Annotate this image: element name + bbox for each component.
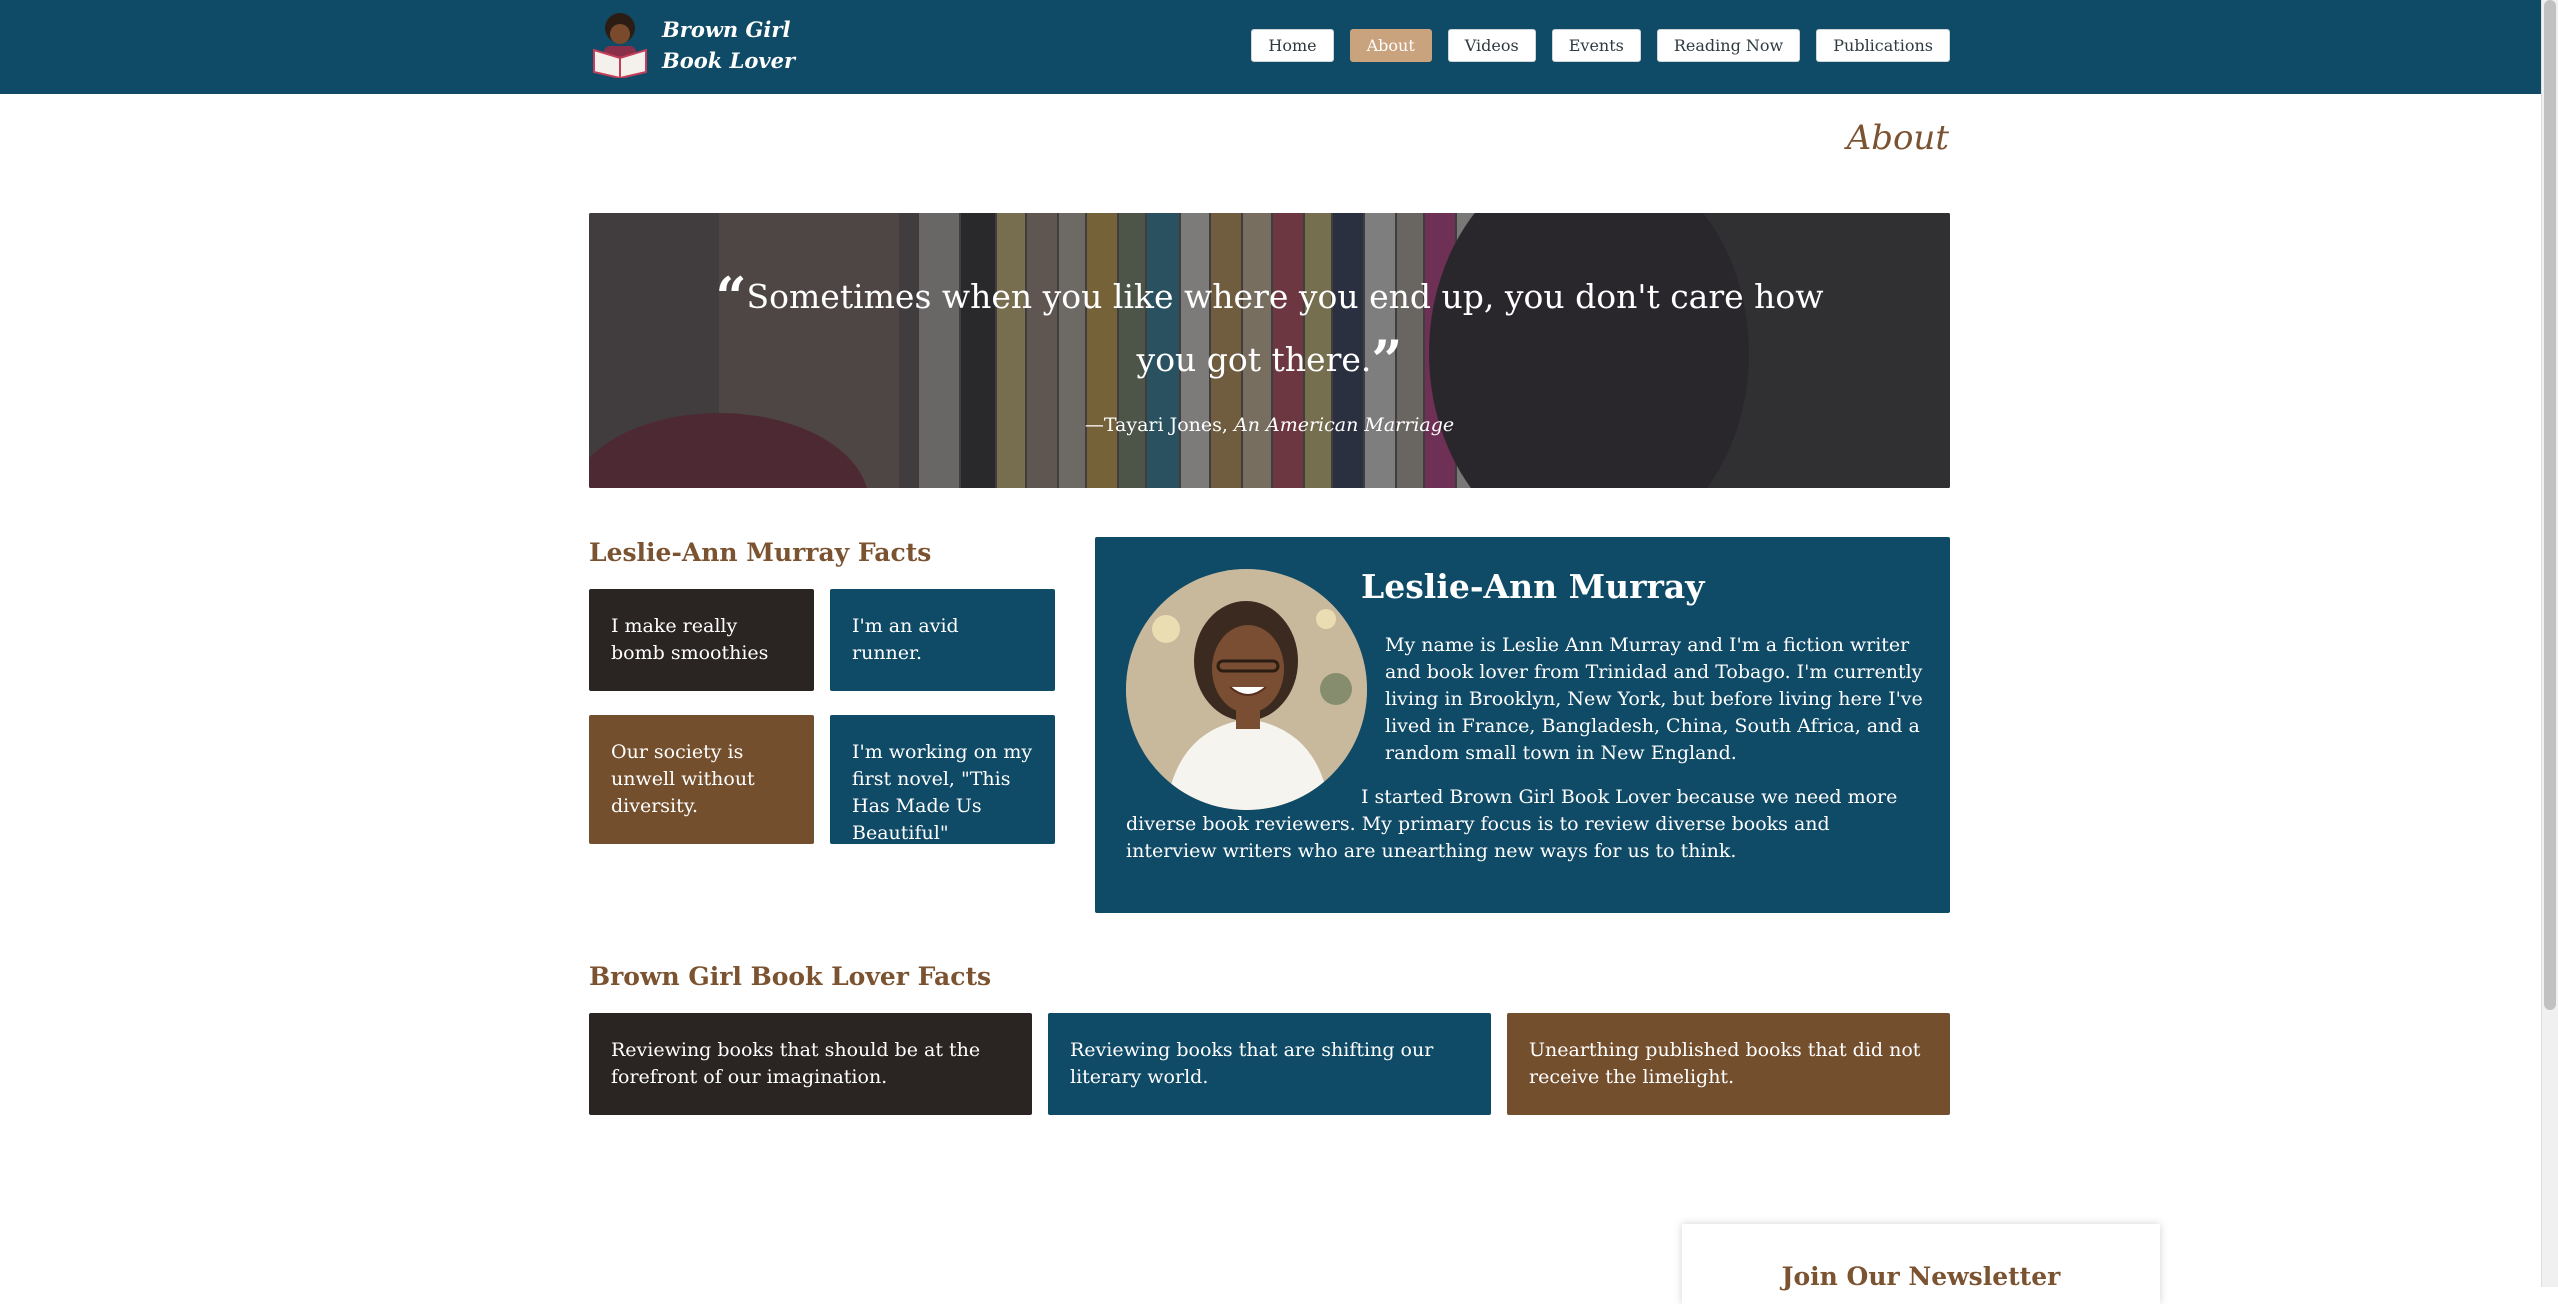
newsletter-popup: Join Our Newsletter xyxy=(1682,1224,2160,1304)
site-header: Brown Girl Book Lover Home About Videos … xyxy=(0,0,2542,94)
hero-quote: “Sometimes when you like where you end u… xyxy=(699,265,1840,391)
hero-quote-text: Sometimes when you like where you end up… xyxy=(746,277,1824,379)
site-logo-text[interactable]: Brown Girl Book Lover xyxy=(662,14,795,76)
close-quote-icon: ” xyxy=(1371,328,1403,392)
main-nav: Home About Videos Events Reading Now Pub… xyxy=(1251,29,1950,62)
fact-card: Reviewing books that should be at the fo… xyxy=(589,1013,1032,1115)
profile-bio-1: My name is Leslie Ann Murray and I'm a f… xyxy=(1385,634,1923,764)
profile-bio-2: I started Brown Girl Book Lover because … xyxy=(1126,786,1898,862)
nav-reading-now[interactable]: Reading Now xyxy=(1656,29,1801,62)
nav-videos[interactable]: Videos xyxy=(1447,29,1536,62)
hero-quote-banner: “Sometimes when you like where you end u… xyxy=(589,213,1950,488)
logo-line-2[interactable]: Book Lover xyxy=(662,45,795,76)
page-scrollbar[interactable] xyxy=(2541,0,2558,1287)
scrollbar-thumb[interactable] xyxy=(2544,0,2556,1010)
nav-events[interactable]: Events xyxy=(1551,29,1641,62)
profile-card: Leslie-Ann Murray My name is Leslie Ann … xyxy=(1095,537,1950,913)
nav-about[interactable]: About xyxy=(1349,29,1432,62)
hero-attribution: —Tayari Jones, An American Marriage xyxy=(589,414,1950,436)
fact-card: Unearthing published books that did not … xyxy=(1507,1013,1950,1115)
attribution-author: —Tayari Jones, xyxy=(1084,414,1228,436)
attribution-work: An American Marriage xyxy=(1234,414,1455,436)
fact-card: Reviewing books that are shifting our li… xyxy=(1048,1013,1491,1115)
fact-card: I'm an avid runner. xyxy=(830,589,1055,691)
fact-card: Our society is unwell without diversity. xyxy=(589,715,814,844)
fact-card: I make really bomb smoothies xyxy=(589,589,814,691)
open-quote-icon: “ xyxy=(715,265,747,329)
page-title: About xyxy=(1846,118,1949,158)
logo-line-1[interactable]: Brown Girl xyxy=(662,14,795,45)
murray-facts-title: Leslie-Ann Murray Facts xyxy=(589,538,932,567)
bgbl-facts-title: Brown Girl Book Lover Facts xyxy=(589,962,992,991)
avatar xyxy=(1126,569,1367,810)
profile-name: Leslie-Ann Murray xyxy=(1361,567,1705,606)
nav-publications[interactable]: Publications xyxy=(1816,29,1950,62)
logo-reader-icon[interactable] xyxy=(590,10,650,78)
nav-home[interactable]: Home xyxy=(1251,29,1334,62)
fact-card: I'm working on my first novel, "This Has… xyxy=(830,715,1055,844)
